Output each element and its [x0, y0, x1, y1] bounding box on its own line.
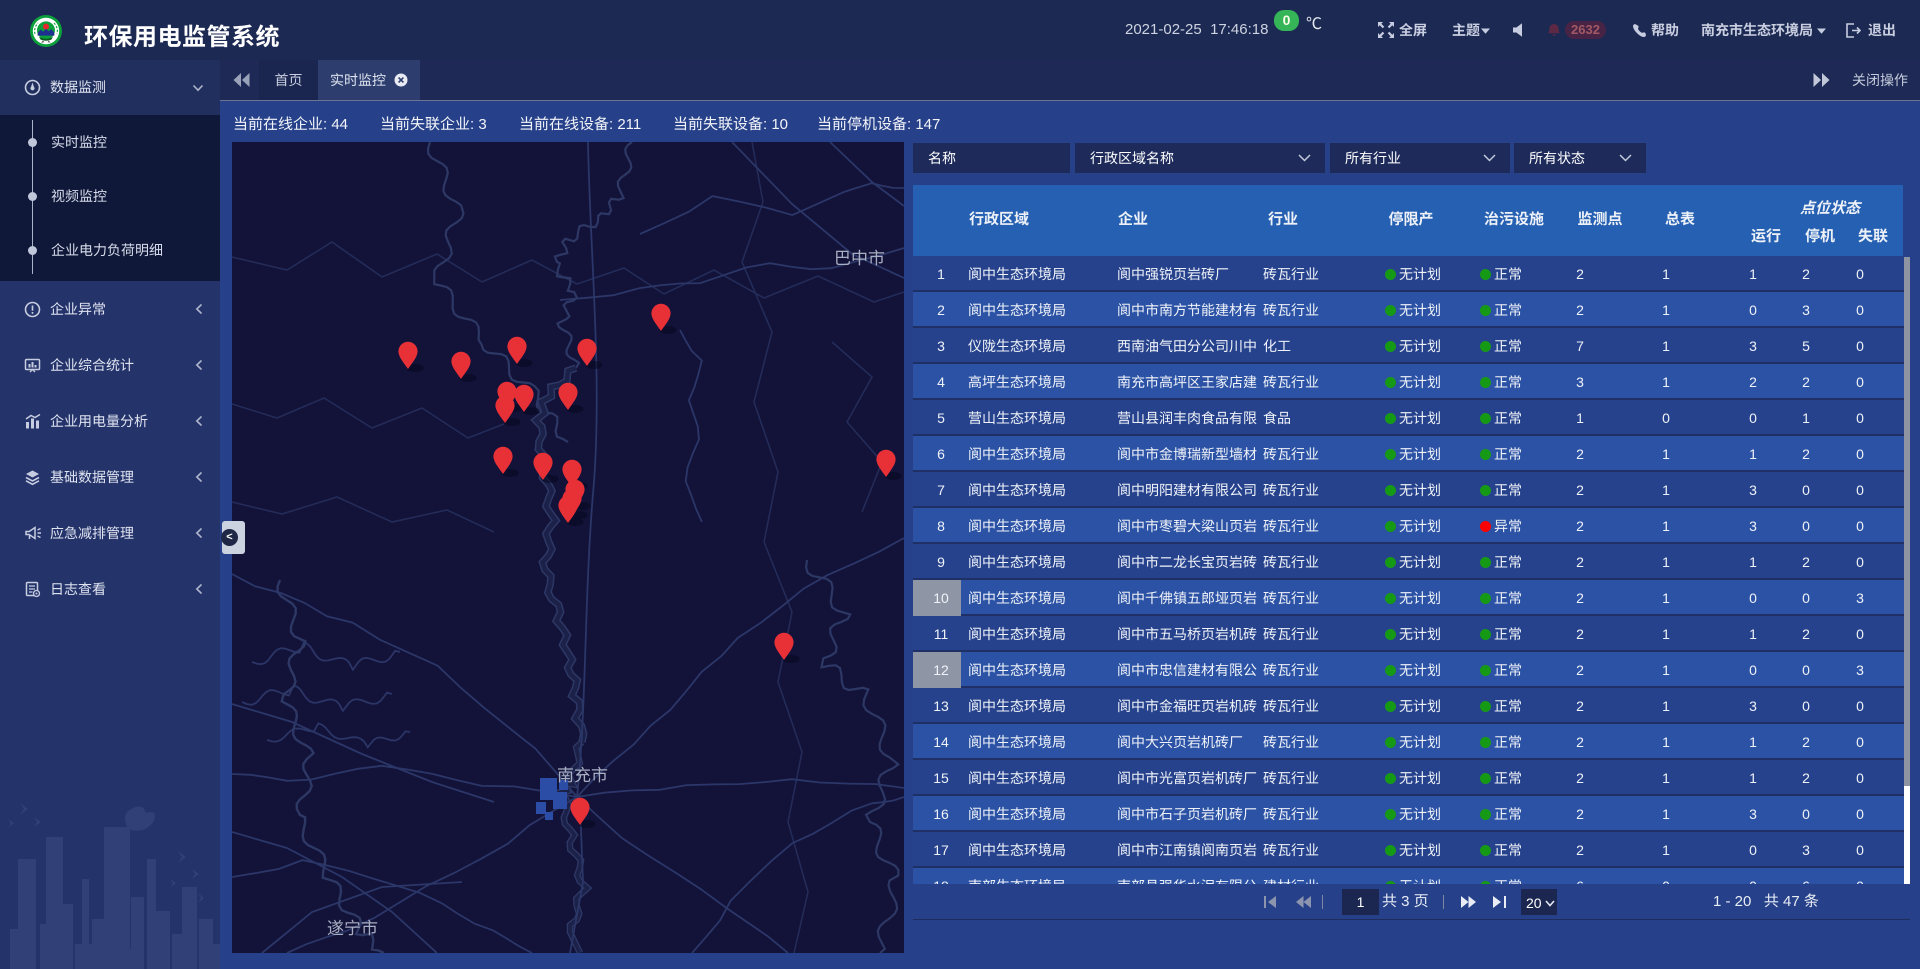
svg-text:南充市: 南充市 — [557, 766, 608, 785]
svg-text:巴中市: 巴中市 — [834, 249, 885, 268]
svg-text:遂宁市: 遂宁市 — [327, 919, 378, 938]
